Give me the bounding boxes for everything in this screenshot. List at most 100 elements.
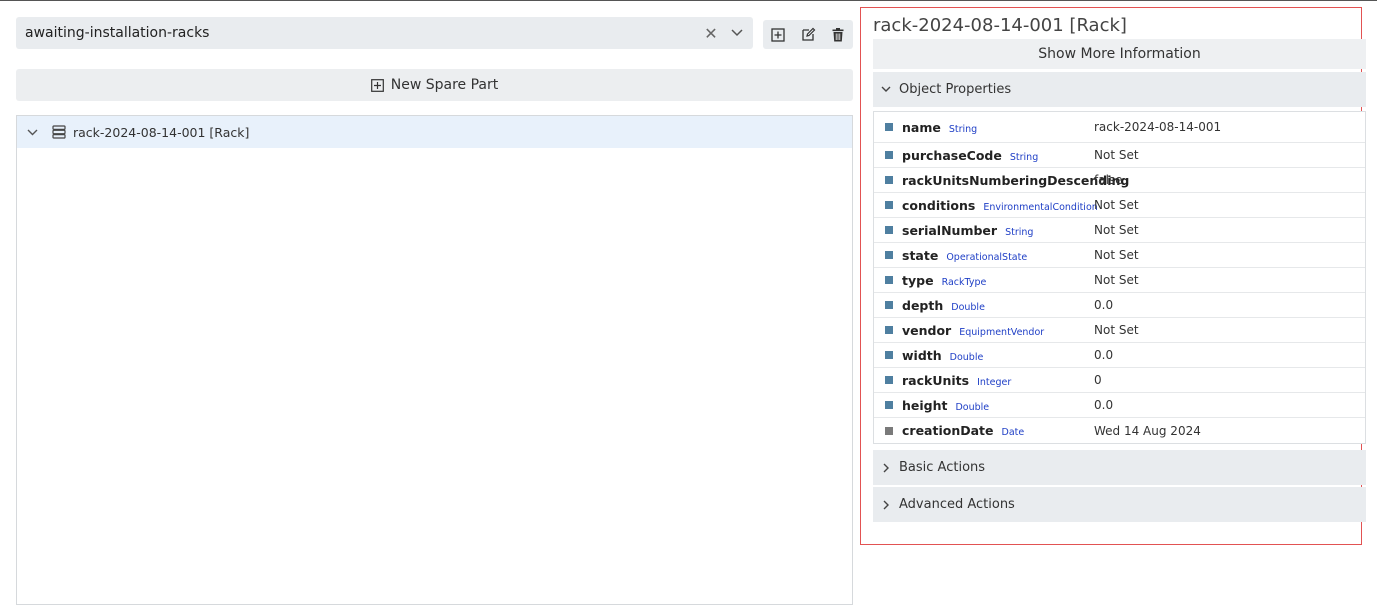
tree-item[interactable]: rack-2024-08-14-001 [Rack] <box>17 116 852 148</box>
property-type[interactable]: EnvironmentalCondition <box>983 202 1097 213</box>
property-value[interactable]: Not Set <box>1094 323 1139 337</box>
property-row[interactable]: rackUnits Integer 0 <box>874 368 1365 393</box>
property-marker-icon <box>885 226 893 234</box>
property-name-group: purchaseCode String <box>902 148 1038 163</box>
property-name: purchaseCode <box>902 147 1002 163</box>
property-value[interactable]: Not Set <box>1094 198 1139 212</box>
property-name: width <box>902 347 942 363</box>
property-marker-icon <box>885 426 893 435</box>
property-type[interactable]: Double <box>950 352 984 363</box>
property-type[interactable]: String <box>1005 227 1033 238</box>
property-value[interactable]: 0 <box>1094 373 1102 387</box>
property-name-group: conditions EnvironmentalCondition <box>902 198 1098 213</box>
property-marker-icon <box>885 176 893 184</box>
spare-parts-tree: rack-2024-08-14-001 [Rack] <box>16 115 853 605</box>
property-value[interactable]: Not Set <box>1094 248 1139 262</box>
property-value[interactable]: 0.0 <box>1094 348 1113 362</box>
property-row[interactable]: creationDate Date Wed 14 Aug 2024 <box>874 418 1365 443</box>
advanced-actions-header[interactable]: Advanced Actions <box>873 487 1366 522</box>
property-row[interactable]: vendor EquipmentVendor Not Set <box>874 318 1365 343</box>
property-name-group: state OperationalState <box>902 248 1027 263</box>
property-name: vendor <box>902 322 952 338</box>
property-name-group: creationDate Date <box>902 423 1024 438</box>
property-name: depth <box>902 297 944 313</box>
property-name: type <box>902 272 934 288</box>
property-type[interactable]: Date <box>1002 427 1025 438</box>
property-marker-icon <box>885 326 893 334</box>
property-type[interactable]: Double <box>951 302 985 313</box>
property-name-group: height Double <box>902 398 989 413</box>
show-more-information-button[interactable]: Show More Information <box>873 39 1366 69</box>
property-marker-icon <box>885 351 893 359</box>
property-row[interactable]: state OperationalState Not Set <box>874 243 1365 268</box>
property-name-group: name String <box>902 120 977 135</box>
property-type[interactable]: OperationalState <box>946 252 1027 263</box>
property-type[interactable]: Integer <box>977 377 1011 388</box>
property-name-group: width Double <box>902 348 983 363</box>
close-icon[interactable]: ✕ <box>701 24 721 43</box>
property-name: state <box>902 247 939 263</box>
trash-icon <box>832 27 844 41</box>
property-value[interactable]: Not Set <box>1094 148 1139 162</box>
object-properties-header[interactable]: Object Properties <box>873 72 1366 107</box>
edit-button[interactable] <box>793 20 823 49</box>
property-marker-icon <box>885 151 893 159</box>
chevron-right-icon <box>873 463 899 473</box>
property-type[interactable]: String <box>1010 152 1038 163</box>
plus-square-icon <box>370 78 384 92</box>
property-row[interactable]: purchaseCode String Not Set <box>874 143 1365 168</box>
property-value[interactable]: Not Set <box>1094 223 1139 237</box>
property-row[interactable]: conditions EnvironmentalCondition Not Set <box>874 193 1365 218</box>
property-value[interactable]: Wed 14 Aug 2024 <box>1094 424 1201 438</box>
property-name-group: depth Double <box>902 298 985 313</box>
property-value[interactable]: 0.0 <box>1094 298 1113 312</box>
property-name: rackUnits <box>902 372 970 388</box>
basic-actions-header[interactable]: Basic Actions <box>873 450 1366 485</box>
property-value[interactable]: false <box>1094 173 1123 187</box>
property-marker-icon <box>885 251 893 259</box>
property-row[interactable]: type RackType Not Set <box>874 268 1365 293</box>
property-value[interactable]: 0.0 <box>1094 398 1113 412</box>
top-border <box>0 0 1377 1</box>
basic-actions-label: Basic Actions <box>899 460 986 475</box>
object-properties-table: name String rack-2024-08-14-001 purchaseCod… <box>873 111 1366 444</box>
property-name: serialNumber <box>902 222 998 238</box>
chevron-down-icon[interactable] <box>721 29 753 37</box>
chevron-down-icon[interactable] <box>17 129 47 136</box>
add-button[interactable] <box>763 20 793 49</box>
pool-select-value: awaiting-installation-racks <box>25 25 210 41</box>
property-marker-icon <box>885 201 893 209</box>
new-spare-part-button[interactable]: New Spare Part <box>16 69 853 101</box>
property-row[interactable]: name String rack-2024-08-14-001 <box>874 112 1365 143</box>
property-marker-icon <box>885 123 893 131</box>
property-marker-icon <box>885 276 893 284</box>
property-type[interactable]: Double <box>955 402 989 413</box>
property-row[interactable]: width Double 0.0 <box>874 343 1365 368</box>
property-row[interactable]: height Double 0.0 <box>874 393 1365 418</box>
property-value[interactable]: Not Set <box>1094 273 1139 287</box>
property-row[interactable]: rackUnitsNumberingDescending false <box>874 168 1365 193</box>
property-name-group: vendor EquipmentVendor <box>902 323 1044 338</box>
property-marker-icon <box>885 301 893 309</box>
property-row[interactable]: serialNumber String Not Set <box>874 218 1365 243</box>
detail-title: rack-2024-08-14-001 [Rack] <box>873 15 1127 36</box>
property-type[interactable]: RackType <box>942 277 987 288</box>
property-type[interactable]: String <box>949 124 977 135</box>
property-value[interactable]: rack-2024-08-14-001 <box>1094 120 1221 134</box>
pool-select[interactable]: awaiting-installation-racks ✕ <box>16 17 753 49</box>
pool-toolbar <box>763 20 853 49</box>
property-marker-icon <box>885 376 893 384</box>
property-row[interactable]: depth Double 0.0 <box>874 293 1365 318</box>
property-name: conditions <box>902 197 976 213</box>
advanced-actions-label: Advanced Actions <box>899 497 1015 512</box>
delete-button[interactable] <box>823 20 853 49</box>
new-spare-part-label: New Spare Part <box>390 77 499 93</box>
property-name-group: serialNumber String <box>902 223 1033 238</box>
chevron-right-icon <box>873 500 899 510</box>
edit-icon <box>801 27 815 41</box>
property-name-group: rackUnits Integer <box>902 373 1011 388</box>
rack-icon <box>47 125 71 139</box>
property-type[interactable]: EquipmentVendor <box>959 327 1044 338</box>
add-icon <box>771 27 785 42</box>
property-marker-icon <box>885 401 893 409</box>
